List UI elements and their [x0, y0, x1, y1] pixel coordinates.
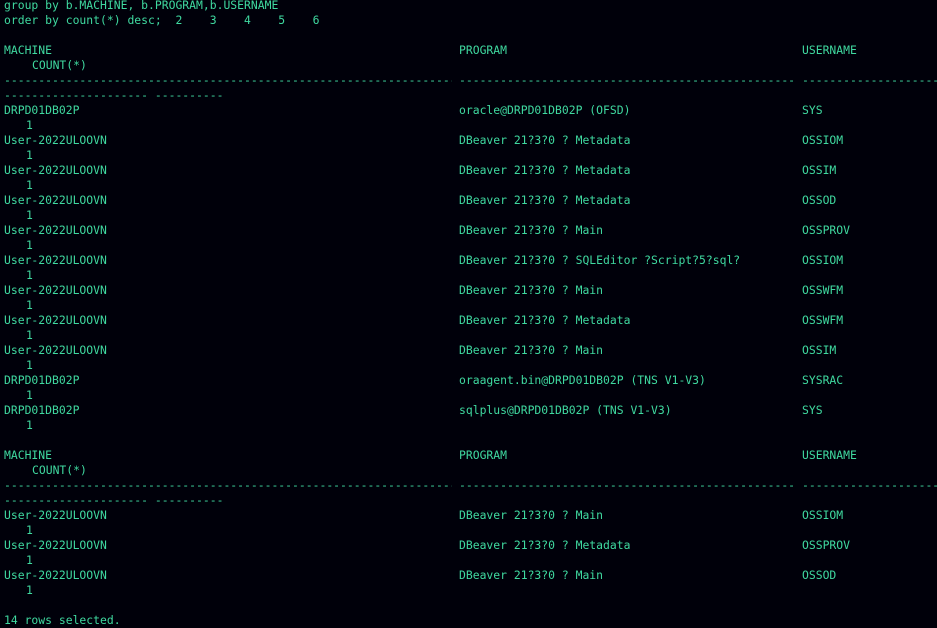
header-count: COUNT(*)	[32, 463, 87, 477]
header-program: PROGRAM	[459, 43, 508, 57]
cell-machine: User-2022ULOOVN	[4, 253, 107, 267]
separator-line-2: --------------------- ----------	[4, 88, 224, 102]
cell-username: SYSRAC	[802, 373, 844, 387]
cell-machine: User-2022ULOOVN	[4, 193, 107, 207]
cell-machine: User-2022ULOOVN	[4, 508, 107, 522]
cell-program: oraagent.bin@DRPD01DB02P (TNS V1-V3)	[459, 373, 706, 387]
cell-program: DBeaver 21?3?0 ? Metadata	[459, 538, 631, 552]
separator-machine: ----------------------------------------…	[4, 478, 452, 492]
separator-line-2: --------------------- ----------	[4, 493, 224, 507]
cell-program: DBeaver 21?3?0 ? Metadata	[459, 313, 631, 327]
cell-machine: User-2022ULOOVN	[4, 163, 107, 177]
cell-username: SYS	[802, 103, 823, 117]
cell-count: 1	[26, 268, 33, 282]
cell-username: OSSIOM	[802, 253, 844, 267]
header-program: PROGRAM	[459, 448, 508, 462]
cell-program: DBeaver 21?3?0 ? Main	[459, 223, 604, 237]
cell-username: OSSOD	[802, 193, 837, 207]
cell-program: DBeaver 21?3?0 ? Metadata	[459, 163, 631, 177]
cell-machine: User-2022ULOOVN	[4, 223, 107, 237]
cell-machine: User-2022ULOOVN	[4, 313, 107, 327]
cell-count: 1	[26, 388, 33, 402]
cell-count: 1	[26, 208, 33, 222]
cell-username: OSSIOM	[802, 133, 844, 147]
cell-machine: User-2022ULOOVN	[4, 283, 107, 297]
cell-count: 1	[26, 148, 33, 162]
cell-machine: User-2022ULOOVN	[4, 538, 107, 552]
cell-count: 1	[26, 178, 33, 192]
cell-count: 1	[26, 298, 33, 312]
cell-count: 1	[26, 358, 33, 372]
cell-machine: DRPD01DB02P	[4, 373, 80, 387]
separator-username: ----------------------------------------…	[802, 478, 937, 492]
cell-count: 1	[26, 418, 33, 432]
cell-program: DBeaver 21?3?0 ? Main	[459, 568, 604, 582]
separator-program: ----------------------------------------…	[459, 73, 795, 87]
cell-username: SYS	[802, 403, 823, 417]
cell-program: sqlplus@DRPD01DB02P (TNS V1-V3)	[459, 403, 672, 417]
cell-machine: User-2022ULOOVN	[4, 343, 107, 357]
cell-machine: User-2022ULOOVN	[4, 133, 107, 147]
cell-machine: DRPD01DB02P	[4, 403, 80, 417]
cell-program: DBeaver 21?3?0 ? Main	[459, 283, 604, 297]
sql-line-1: group by b.MACHINE, b.PROGRAM,b.USERNAME	[4, 0, 279, 12]
cell-count: 1	[26, 553, 33, 567]
cell-username: OSSIM	[802, 343, 837, 357]
cell-username: OSSOD	[802, 568, 837, 582]
sql-line-2: order by count(*) desc; 2 3 4 5 6	[4, 13, 320, 27]
header-username: USERNAME	[802, 43, 857, 57]
cell-username: OSSPROV	[802, 223, 851, 237]
cell-program: oracle@DRPD01DB02P (OFSD)	[459, 103, 631, 117]
cell-count: 1	[26, 238, 33, 252]
cell-machine: User-2022ULOOVN	[4, 568, 107, 582]
cell-program: DBeaver 21?3?0 ? Metadata	[459, 133, 631, 147]
cell-program: DBeaver 21?3?0 ? Main	[459, 508, 604, 522]
cell-username: OSSWFM	[802, 283, 844, 297]
cell-username: OSSIOM	[802, 508, 844, 522]
cell-username: OSSIM	[802, 163, 837, 177]
cell-count: 1	[26, 118, 33, 132]
separator-program: ----------------------------------------…	[459, 478, 795, 492]
header-machine: MACHINE	[4, 43, 53, 57]
header-machine: MACHINE	[4, 448, 53, 462]
cell-count: 1	[26, 523, 33, 537]
cell-program: DBeaver 21?3?0 ? Main	[459, 343, 604, 357]
cell-program: DBeaver 21?3?0 ? SQLEditor ?Script?5?sql…	[459, 253, 741, 267]
header-username: USERNAME	[802, 448, 857, 462]
cell-program: DBeaver 21?3?0 ? Metadata	[459, 193, 631, 207]
cell-count: 1	[26, 583, 33, 597]
rows-selected-footer: 14 rows selected.	[4, 613, 121, 627]
header-count: COUNT(*)	[32, 58, 87, 72]
cell-username: OSSWFM	[802, 313, 844, 327]
cell-machine: DRPD01DB02P	[4, 103, 80, 117]
cell-username: OSSPROV	[802, 538, 851, 552]
separator-machine: ----------------------------------------…	[4, 73, 452, 87]
cell-count: 1	[26, 328, 33, 342]
terminal-window[interactable]: group by b.MACHINE, b.PROGRAM,b.USERNAME…	[0, 0, 937, 628]
separator-username: ----------------------------------------…	[802, 73, 937, 87]
